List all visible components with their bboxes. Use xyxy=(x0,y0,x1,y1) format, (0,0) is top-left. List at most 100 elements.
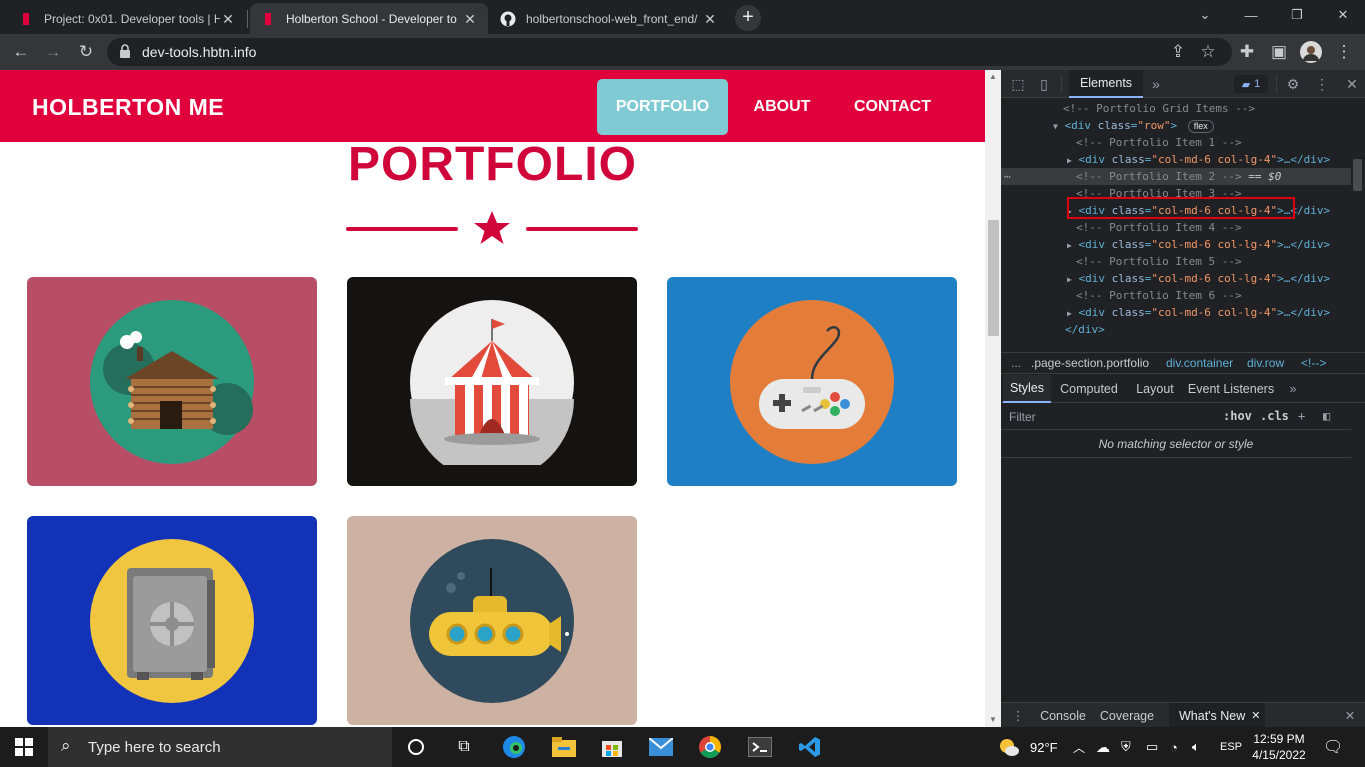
breadcrumb-section[interactable]: .page-section.portfolio xyxy=(1031,353,1149,373)
edge-browser-icon[interactable] xyxy=(490,727,538,767)
back-arrow-icon[interactable]: ← xyxy=(9,40,33,64)
address-bar[interactable]: dev-tools.hbtn.info xyxy=(107,38,1232,66)
terminal-icon[interactable] xyxy=(736,727,784,767)
restore-button[interactable]: ❐ xyxy=(1274,0,1320,30)
reload-icon[interactable]: ↻ xyxy=(74,40,98,64)
inspect-element-icon[interactable]: ⬚ xyxy=(1009,75,1027,93)
notifications-icon[interactable]: 🗨︎ xyxy=(1323,727,1343,767)
dom-node-comment[interactable]: <!-- Portfolio Item 1 --> xyxy=(1001,134,1351,151)
dom-tree-scrollbar[interactable] xyxy=(1351,99,1365,351)
portfolio-item-cabin[interactable] xyxy=(27,277,317,486)
site-brand[interactable]: HOLBERTON ME xyxy=(32,94,224,121)
battery-icon[interactable]: ▭ xyxy=(1146,727,1158,767)
profile-avatar[interactable] xyxy=(1299,40,1323,64)
drawer-menu-icon[interactable]: ⋮ xyxy=(1009,703,1027,728)
close-drawer-tab-icon[interactable]: ✕ xyxy=(1251,709,1260,722)
settings-gear-icon[interactable]: ⚙ xyxy=(1284,75,1302,93)
drawer-tab-whats-new[interactable]: What's New ✕ xyxy=(1169,703,1265,728)
browser-tab-project[interactable]: Project: 0x01. Developer tools | H ✕ xyxy=(8,3,246,34)
tab-elements[interactable]: Elements xyxy=(1069,70,1143,98)
weather-icon[interactable] xyxy=(998,727,1020,767)
show-hidden-icons-chevron-icon[interactable]: ︿ xyxy=(1073,727,1085,767)
more-subtabs-chevron-icon[interactable]: » xyxy=(1283,375,1303,403)
close-tab-icon[interactable]: ✕ xyxy=(220,11,236,27)
expanded-triangle-icon[interactable]: ▼ xyxy=(1053,122,1058,131)
input-language[interactable]: ESP xyxy=(1220,727,1242,767)
new-tab-button[interactable]: + xyxy=(735,5,761,31)
dom-node-div[interactable]: ▶ <div class="col-md-6 col-lg-4">…</div> xyxy=(1001,236,1351,253)
tab-search-icon[interactable]: ⌄ xyxy=(1182,0,1228,30)
cortana-icon[interactable] xyxy=(392,727,440,767)
close-devtools-icon[interactable]: ✕ xyxy=(1343,75,1361,93)
task-view-icon[interactable]: ⧉ xyxy=(440,727,488,767)
scrollbar-thumb[interactable] xyxy=(988,220,999,336)
drawer-tab-console[interactable]: Console xyxy=(1033,703,1093,728)
browser-menu-icon[interactable]: ⋮ xyxy=(1332,40,1356,64)
vscode-icon[interactable] xyxy=(786,727,834,767)
chrome-icon[interactable] xyxy=(686,727,734,767)
new-style-rule-icon[interactable]: + xyxy=(1298,409,1305,423)
dom-node-comment[interactable]: <!-- Portfolio Item 5 --> xyxy=(1001,253,1351,270)
dom-node-div[interactable]: ▶ <div class="col-md-6 col-lg-4">…</div> xyxy=(1001,304,1351,321)
mail-icon[interactable] xyxy=(637,727,685,767)
tab-event-listeners[interactable]: Event Listeners xyxy=(1187,375,1275,403)
toggle-sidebar-icon[interactable]: ◧ xyxy=(1323,409,1330,423)
breadcrumb-row[interactable]: div.row xyxy=(1247,353,1284,373)
node-actions-ellipsis-icon[interactable]: ⋯ xyxy=(1004,170,1011,183)
close-drawer-icon[interactable]: ✕ xyxy=(1341,703,1359,728)
device-toolbar-icon[interactable]: ▯ xyxy=(1035,75,1053,93)
more-tabs-chevron-icon[interactable]: » xyxy=(1147,75,1165,93)
dom-node-comment[interactable]: <!-- Portfolio Item 6 --> xyxy=(1001,287,1351,304)
forward-arrow-icon[interactable]: → xyxy=(41,40,65,64)
page-scrollbar[interactable]: ▲ ▼ xyxy=(985,70,1001,727)
drawer-tab-coverage[interactable]: Coverage xyxy=(1095,703,1159,728)
windows-start-icon[interactable] xyxy=(0,727,48,767)
flex-badge[interactable]: flex xyxy=(1187,120,1214,133)
tab-styles[interactable]: Styles xyxy=(1003,375,1051,403)
weather-temperature[interactable]: 92°F xyxy=(1030,727,1058,767)
breadcrumb-container[interactable]: div.container xyxy=(1166,353,1233,373)
security-center-icon[interactable]: ⛨ xyxy=(1121,727,1131,767)
extensions-puzzle-icon[interactable]: ✚ xyxy=(1235,40,1259,64)
dom-node-close[interactable]: </div> xyxy=(1001,321,1351,338)
filter-input[interactable]: Filter xyxy=(1009,410,1036,424)
close-tab-icon[interactable]: ✕ xyxy=(462,11,478,27)
scrollbar-thumb[interactable] xyxy=(1353,159,1362,191)
nav-about-link[interactable]: ABOUT xyxy=(740,79,824,135)
dom-node-comment[interactable]: <!-- Portfolio Grid Items --> xyxy=(1001,100,1351,117)
wifi-icon[interactable]: ◔ xyxy=(1170,727,1178,767)
collapsed-triangle-icon[interactable]: ▶ xyxy=(1067,156,1072,165)
nav-contact-link[interactable]: CONTACT xyxy=(840,79,945,135)
dom-node-selected-comment[interactable]: <!-- Portfolio Item 2 --> == $0 xyxy=(1001,168,1351,185)
dom-node-div[interactable]: ▶ <div class="col-md-6 col-lg-4">…</div> xyxy=(1001,270,1351,287)
volume-icon[interactable]: 🔈︎ xyxy=(1192,727,1200,767)
scroll-up-arrow-icon[interactable]: ▲ xyxy=(985,70,1001,84)
tab-layout[interactable]: Layout xyxy=(1131,375,1179,403)
collapsed-triangle-icon[interactable]: ▶ xyxy=(1067,309,1072,318)
close-tab-icon[interactable]: ✕ xyxy=(702,11,718,27)
scroll-down-arrow-icon[interactable]: ▼ xyxy=(985,713,1001,727)
onedrive-cloud-icon[interactable]: ☁ xyxy=(1096,727,1110,767)
taskbar-search-box[interactable]: ⌕ Type here to search xyxy=(48,727,392,767)
system-clock[interactable]: 12:59 PM 4/15/2022 xyxy=(1244,731,1314,763)
side-panel-icon[interactable]: ▣ xyxy=(1267,40,1291,64)
portfolio-item-safe[interactable] xyxy=(27,516,317,725)
portfolio-item-game-controller[interactable] xyxy=(667,277,957,486)
collapsed-triangle-icon[interactable]: ▶ xyxy=(1067,241,1072,250)
close-window-button[interactable]: ✕ xyxy=(1320,0,1365,30)
issues-badge[interactable]: ▰ 1 xyxy=(1234,75,1268,93)
styles-scrollbar[interactable] xyxy=(1351,404,1365,702)
browser-tab-github[interactable]: holbertonschool-web_front_end/ ✕ xyxy=(490,3,728,34)
dom-node-row[interactable]: ▼ <div class="row"> flex xyxy=(1001,117,1351,134)
file-explorer-icon[interactable] xyxy=(540,727,588,767)
dom-node-div[interactable]: ▶ <div class="col-md-6 col-lg-4">…</div> xyxy=(1001,151,1351,168)
portfolio-item-circus-tent[interactable] xyxy=(347,277,637,486)
nav-portfolio-link[interactable]: PORTFOLIO xyxy=(597,79,728,135)
dom-node-comment[interactable]: <!-- Portfolio Item 4 --> xyxy=(1001,219,1351,236)
microsoft-store-icon[interactable] xyxy=(588,727,636,767)
browser-tab-developer-tools[interactable]: Holberton School - Developer to ✕ xyxy=(250,3,488,34)
breadcrumb-ellipsis[interactable]: ... xyxy=(1011,353,1021,373)
minimize-button[interactable]: — xyxy=(1228,0,1274,30)
tab-computed[interactable]: Computed xyxy=(1055,375,1123,403)
collapsed-triangle-icon[interactable]: ▶ xyxy=(1067,275,1072,284)
